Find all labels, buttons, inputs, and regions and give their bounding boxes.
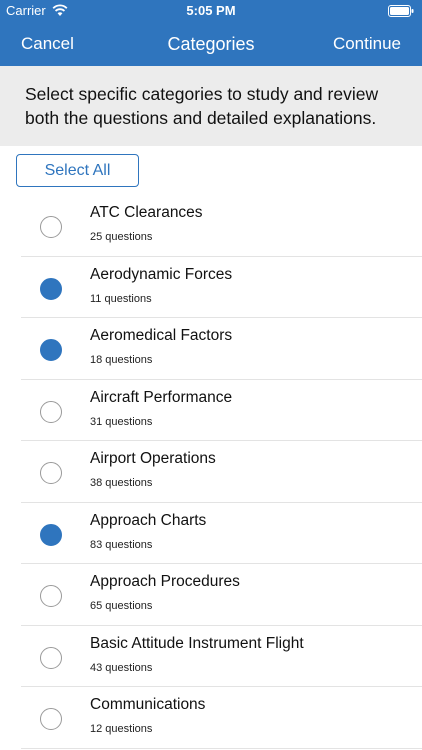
category-list: ATC Clearances 25 questions Aerodynamic Fo…: [0, 195, 422, 749]
category-title: Aerodynamic Forces: [90, 265, 233, 283]
category-title: Basic Attitude Instrument Flight: [90, 634, 304, 652]
category-title: ATC Clearances: [90, 204, 203, 221]
radio-unselected-icon[interactable]: [40, 585, 62, 607]
nav-header: Carrier 5:05 PM Cancel Categories Contin…: [0, 0, 422, 66]
category-row[interactable]: Communications 12 questions: [21, 687, 422, 749]
radio-unselected-icon[interactable]: [40, 462, 62, 484]
category-row[interactable]: Airport Operations 38 questions: [21, 441, 422, 503]
category-title: Approach Procedures: [90, 573, 240, 590]
category-question-count: 11 questions: [90, 292, 152, 305]
category-row[interactable]: Approach Procedures 65 questions: [21, 564, 422, 626]
battery-icon: [388, 5, 414, 17]
category-question-count: 43 questions: [90, 661, 153, 674]
radio-selected-icon[interactable]: [40, 523, 62, 546]
category-question-count: 31 questions: [90, 415, 153, 428]
radio-selected-icon[interactable]: [40, 277, 62, 300]
category-question-count: 25 questions: [90, 231, 153, 243]
category-row[interactable]: Aeromedical Factors 18 questions: [21, 318, 422, 380]
category-title: Aircraft Performance: [90, 388, 233, 406]
radio-unselected-icon[interactable]: [40, 646, 62, 669]
status-bar: Carrier 5:05 PM: [0, 0, 422, 22]
category-row[interactable]: Aerodynamic Forces 11 questions: [21, 257, 422, 318]
category-question-count: 83 questions: [90, 538, 153, 551]
category-question-count: 38 questions: [90, 477, 153, 489]
category-row[interactable]: ATC Clearances 25 questions: [21, 195, 422, 257]
category-title: Airport Operations: [90, 450, 216, 467]
category-question-count: 12 questions: [90, 723, 153, 735]
category-row[interactable]: Approach Charts 83 questions: [21, 503, 422, 564]
radio-unselected-icon[interactable]: [40, 216, 62, 238]
category-title: Communications: [90, 696, 206, 713]
radio-unselected-icon[interactable]: [40, 708, 62, 730]
cancel-button[interactable]: Cancel: [21, 34, 74, 54]
instructions-banner: Select specific categories to study and …: [0, 66, 422, 146]
category-question-count: 18 questions: [90, 354, 153, 366]
radio-selected-icon[interactable]: [40, 339, 62, 361]
category-row[interactable]: Basic Attitude Instrument Flight 43 quest…: [21, 626, 422, 687]
category-row[interactable]: Aircraft Performance 31 questions: [21, 380, 422, 441]
select-all-button[interactable]: Select All: [16, 154, 139, 187]
continue-button[interactable]: Continue: [333, 34, 401, 54]
category-title: Aeromedical Factors: [90, 327, 233, 344]
status-time: 5:05 PM: [186, 3, 236, 18]
category-question-count: 65 questions: [90, 600, 153, 612]
category-title: Approach Charts: [90, 511, 207, 529]
radio-unselected-icon[interactable]: [40, 400, 62, 423]
